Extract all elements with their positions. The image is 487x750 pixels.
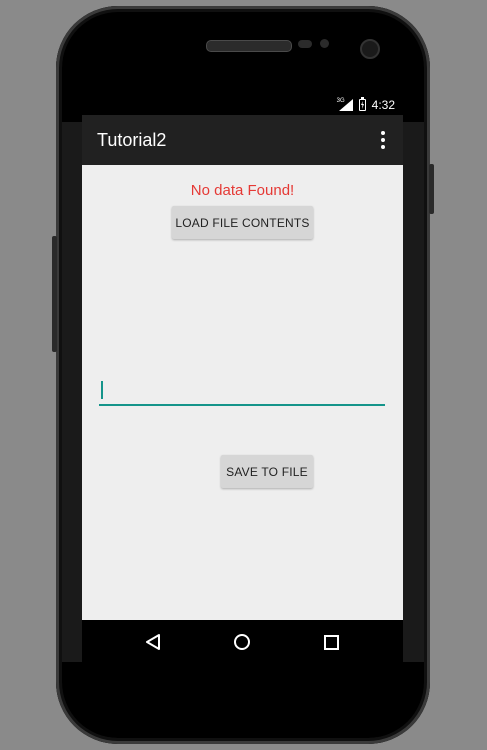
file-content-input[interactable] xyxy=(99,376,385,404)
status-icons: 3G 4:32 xyxy=(336,97,395,113)
navigation-bar xyxy=(82,620,403,663)
phone-bottom-bezel xyxy=(62,662,424,738)
no-data-message: No data Found! xyxy=(190,182,295,199)
status-bar: 3G 4:32 xyxy=(82,94,403,115)
volume-button xyxy=(52,236,57,352)
battery-icon xyxy=(358,97,366,111)
power-button xyxy=(429,164,434,214)
app-title: Tutorial2 xyxy=(97,130,167,150)
main-content: No data Found! LOAD FILE CONTENTS SAVE T… xyxy=(82,165,403,620)
proximity-sensor xyxy=(298,40,312,48)
text-input-field[interactable] xyxy=(99,376,385,406)
text-cursor xyxy=(101,381,103,399)
device-screen: 3G 4:32 Tutorial2 No data Found! LOAD FI… xyxy=(82,94,403,663)
recents-icon[interactable] xyxy=(316,628,346,656)
signal-icon: 3G xyxy=(336,98,353,111)
load-file-contents-button[interactable]: LOAD FILE CONTENTS xyxy=(172,206,313,239)
app-bar: Tutorial2 xyxy=(82,115,403,165)
save-to-file-button[interactable]: SAVE TO FILE xyxy=(221,455,313,488)
input-underline xyxy=(99,404,385,406)
network-type-label: 3G xyxy=(336,98,345,104)
front-camera xyxy=(360,39,380,59)
back-icon[interactable] xyxy=(138,628,168,656)
light-sensor xyxy=(320,39,329,48)
overflow-menu-icon[interactable] xyxy=(373,128,393,152)
speaker-grille xyxy=(206,40,292,52)
home-icon[interactable] xyxy=(227,628,257,656)
status-clock: 4:32 xyxy=(371,98,395,112)
